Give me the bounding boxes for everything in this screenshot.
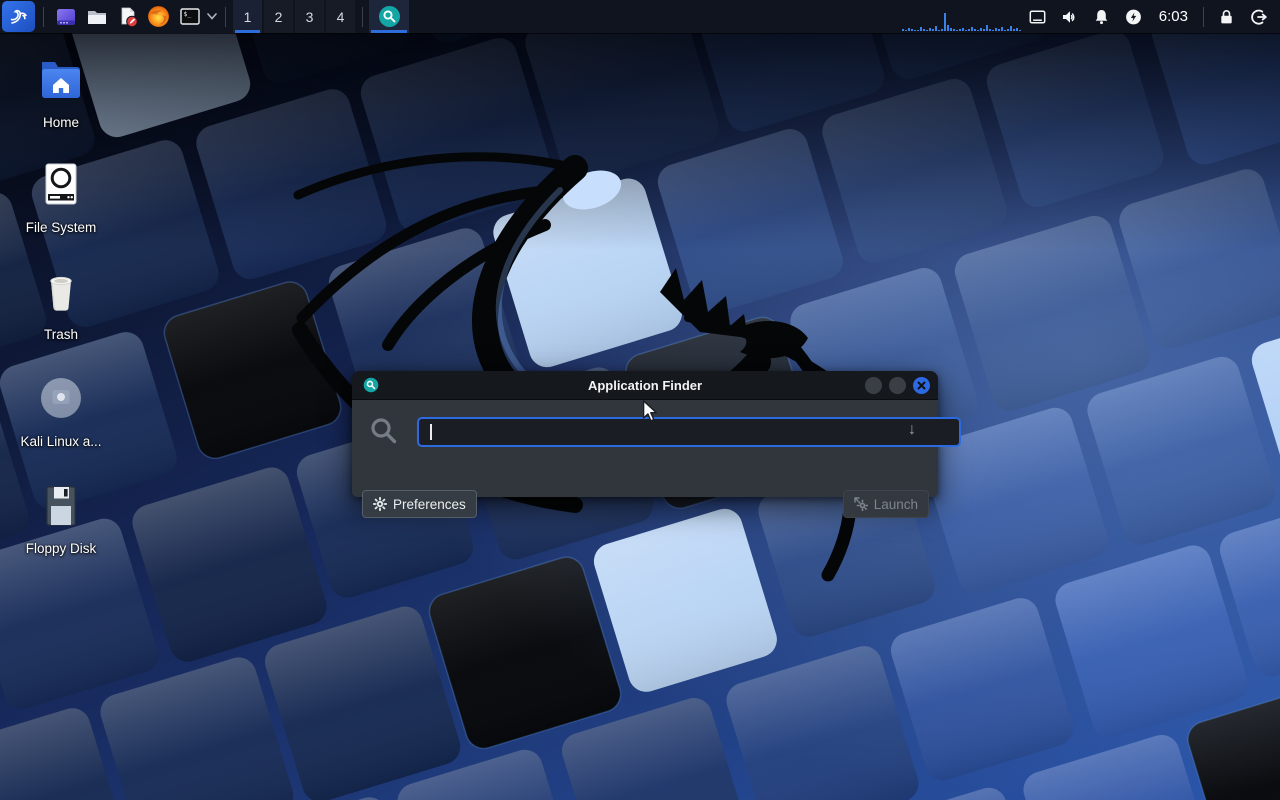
top-panel: $_ 1 2 3 4 <box>0 0 1280 33</box>
workspace-1[interactable]: 1 <box>233 0 262 33</box>
mouse-cursor <box>641 400 659 422</box>
notifications-bell-icon <box>1092 8 1111 26</box>
logout-icon <box>1249 8 1268 26</box>
text-editor-document-icon <box>116 5 140 29</box>
logout-button[interactable] <box>1242 0 1274 33</box>
kali-menu-button[interactable] <box>2 1 35 32</box>
kali-dragon-icon <box>7 5 31 29</box>
titlebar[interactable]: Application Finder <box>352 371 938 400</box>
svg-text:$_: $_ <box>183 10 191 18</box>
desktop-icon-label: Trash <box>44 327 78 342</box>
clock[interactable]: 6:03 <box>1150 8 1197 25</box>
desktop-icon-label: File System <box>26 220 97 235</box>
launch-label: Launch <box>874 497 918 512</box>
panel-separator <box>1203 7 1204 27</box>
hard-drive-icon <box>37 161 85 207</box>
chevron-down-icon <box>207 13 217 20</box>
desktop-icon-trash[interactable]: Trash <box>18 268 104 342</box>
kali-ghost-icon <box>38 375 84 421</box>
workspace-2[interactable]: 2 <box>264 0 293 33</box>
panel-separator <box>43 7 44 27</box>
launch-gear-icon <box>854 497 868 511</box>
close-button[interactable] <box>913 377 930 394</box>
volume-tray[interactable] <box>1054 0 1086 33</box>
launcher-text-editor[interactable] <box>112 0 143 33</box>
cpu-graph[interactable] <box>900 0 1022 33</box>
trash-bin-icon <box>38 268 84 314</box>
gear-icon <box>373 497 387 511</box>
panel-separator <box>362 7 363 27</box>
home-folder-icon <box>37 56 85 102</box>
search-icon <box>368 415 400 452</box>
workspace-4[interactable]: 4 <box>326 0 355 33</box>
minimize-button[interactable] <box>865 377 882 394</box>
desktop-icon-kali-linux[interactable]: Kali Linux a... <box>18 375 104 449</box>
display-icon <box>1028 8 1047 26</box>
purple-window-icon <box>54 5 78 29</box>
close-icon <box>917 381 926 390</box>
launch-button[interactable]: Launch <box>843 490 929 518</box>
application-finder-icon <box>378 5 401 28</box>
power-manager-tray[interactable] <box>1118 0 1150 33</box>
launcher-firefox[interactable] <box>143 0 174 33</box>
workspace-3[interactable]: 3 <box>295 0 324 33</box>
desktop-icon-floppy-disk[interactable]: Floppy Disk <box>18 482 104 556</box>
display-settings-tray[interactable] <box>1022 0 1054 33</box>
preferences-button[interactable]: Preferences <box>362 490 477 518</box>
notifications-tray[interactable] <box>1086 0 1118 33</box>
desktop-icon-label: Floppy Disk <box>26 541 97 556</box>
terminal-icon: $_ <box>178 5 202 29</box>
text-caret <box>430 424 432 440</box>
preferences-label: Preferences <box>393 497 466 512</box>
window-title: Application Finder <box>352 371 938 399</box>
down-arrow-icon[interactable]: ↓ <box>908 422 916 438</box>
lock-icon <box>1217 8 1236 26</box>
desktop-icon-label: Home <box>43 115 79 130</box>
file-manager-folder-icon <box>85 5 109 29</box>
terminal-dropdown[interactable] <box>205 0 219 33</box>
launcher-purple-window[interactable] <box>50 0 81 33</box>
desktop-icon-home[interactable]: Home <box>18 56 104 130</box>
task-button-application-finder[interactable] <box>369 0 409 33</box>
desktop-icon-label: Kali Linux a... <box>20 434 101 449</box>
launcher-file-manager[interactable] <box>81 0 112 33</box>
launcher-terminal[interactable]: $_ <box>174 0 205 33</box>
firefox-icon <box>146 4 171 29</box>
maximize-button[interactable] <box>889 377 906 394</box>
floppy-disk-icon <box>38 482 84 528</box>
panel-separator <box>225 7 226 27</box>
desktop-icon-file-system[interactable]: File System <box>18 161 104 235</box>
application-finder-window: Application Finder ↓ <box>352 371 938 497</box>
workspace-switcher: 1 2 3 4 <box>232 0 356 33</box>
power-manager-icon <box>1124 8 1143 26</box>
lock-screen-button[interactable] <box>1210 0 1242 33</box>
volume-icon <box>1060 8 1079 26</box>
search-input[interactable] <box>417 417 961 447</box>
